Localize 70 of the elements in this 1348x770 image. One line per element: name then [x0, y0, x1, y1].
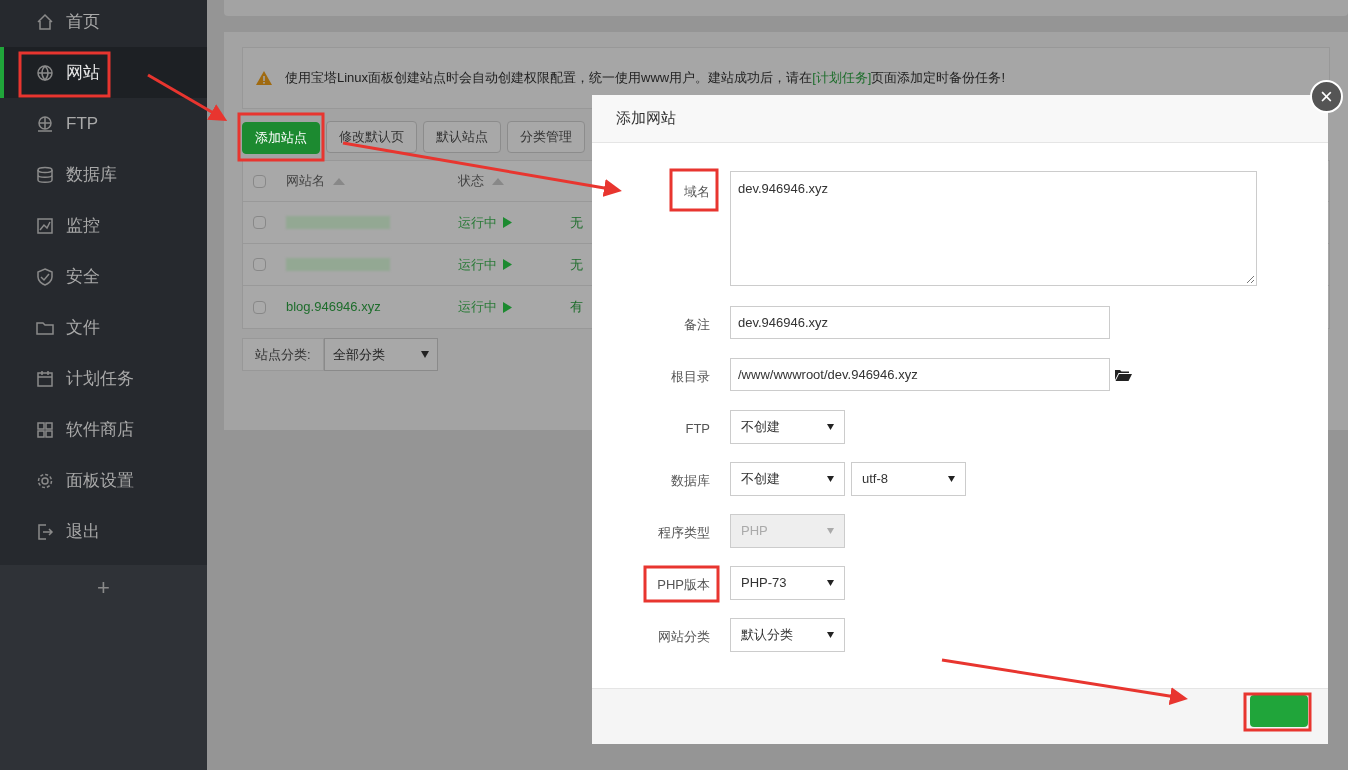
shield-icon — [36, 267, 54, 286]
select-field[interactable]: 不创建 — [730, 410, 845, 444]
database-icon — [36, 165, 54, 184]
toolbar-button[interactable]: 添加站点 — [242, 122, 320, 154]
select-field[interactable]: utf-8 — [851, 462, 966, 496]
toolbar-button[interactable]: 默认站点 — [423, 121, 501, 153]
sort-icon[interactable] — [492, 177, 504, 185]
sidebar-item[interactable]: 计划任务 — [0, 353, 207, 404]
caret-icon — [827, 580, 834, 586]
field-label: FTP — [685, 420, 710, 438]
category-select[interactable]: 全部分类 — [323, 338, 438, 371]
checkbox[interactable] — [253, 258, 266, 271]
caret-icon — [827, 528, 834, 534]
select-field[interactable]: 不创建 — [730, 462, 845, 496]
dialog-title: 添加网站 — [616, 108, 676, 129]
sidebar-item[interactable]: FTP — [0, 98, 207, 149]
annotation-box — [1243, 692, 1312, 732]
caret-icon — [420, 351, 429, 358]
field-label: PHP版本 — [657, 576, 710, 594]
sidebar-item[interactable]: 数据库 — [0, 149, 207, 200]
column-header[interactable]: 网站名 — [286, 171, 325, 191]
select-field[interactable]: 默认分类 — [730, 618, 845, 652]
play-icon — [503, 301, 512, 313]
sort-icon[interactable] — [333, 177, 345, 185]
filter-label: 站点分类: — [242, 338, 324, 371]
sidebar-item[interactable]: 首页 — [0, 0, 207, 47]
calendar-icon — [36, 369, 54, 388]
home-icon — [36, 12, 54, 31]
play-icon — [503, 217, 512, 228]
toolbar-button[interactable]: 分类管理 — [507, 121, 585, 153]
add-icon[interactable]: + — [97, 577, 110, 599]
column-header[interactable]: 状态 — [458, 171, 484, 191]
warning-icon — [255, 70, 273, 86]
sidebar-item[interactable]: 监控 — [0, 200, 207, 251]
sidebar-item[interactable]: 退出 — [0, 506, 207, 557]
toolbar-button[interactable]: 修改默认页 — [326, 121, 417, 153]
sidebar-item[interactable]: 文件 — [0, 302, 207, 353]
caret-icon — [827, 424, 834, 430]
sidebar-item[interactable]: 安全 — [0, 251, 207, 302]
caret-icon — [827, 476, 834, 482]
submit-button[interactable] — [1250, 695, 1308, 727]
domain-textarea[interactable]: dev.946946.xyz — [730, 171, 1257, 286]
play-icon — [503, 259, 512, 270]
input-field[interactable]: dev.946946.xyz — [730, 306, 1110, 339]
checkbox[interactable] — [253, 174, 266, 188]
field-label: 数据库 — [671, 472, 710, 490]
chart-icon — [36, 216, 54, 235]
input-field[interactable]: /www/wwwroot/dev.946946.xyz — [730, 358, 1110, 391]
sidebar-item[interactable]: 网站 — [0, 47, 207, 98]
logout-icon — [36, 522, 54, 541]
globe-icon — [36, 114, 54, 133]
settings-icon — [36, 471, 54, 490]
globe-icon — [36, 63, 54, 82]
caret-icon — [827, 632, 834, 638]
notice-text: 使用宝塔Linux面板创建站点时会自动创建权限配置，统一使用www用户。建站成功后，请在[计划任务]页面添加定时备份任务! — [285, 69, 1006, 88]
caret-icon — [948, 476, 955, 482]
checkbox[interactable] — [253, 300, 266, 314]
checkbox[interactable] — [253, 216, 266, 229]
sidebar-item[interactable]: 软件商店 — [0, 404, 207, 455]
field-label: 程序类型 — [658, 524, 710, 542]
grid-icon — [36, 420, 54, 439]
field-label: 根目录 — [671, 368, 710, 386]
annotation-box — [669, 168, 719, 212]
select-field[interactable]: PHP-73 — [730, 566, 845, 600]
field-label: 网站分类 — [658, 628, 710, 646]
field-label: 备注 — [684, 316, 710, 334]
resize-grip-icon[interactable] — [1246, 275, 1254, 283]
folder-icon[interactable] — [1115, 369, 1132, 381]
sidebar-item[interactable]: 面板设置 — [0, 455, 207, 506]
field-label: 域名 — [684, 183, 710, 201]
